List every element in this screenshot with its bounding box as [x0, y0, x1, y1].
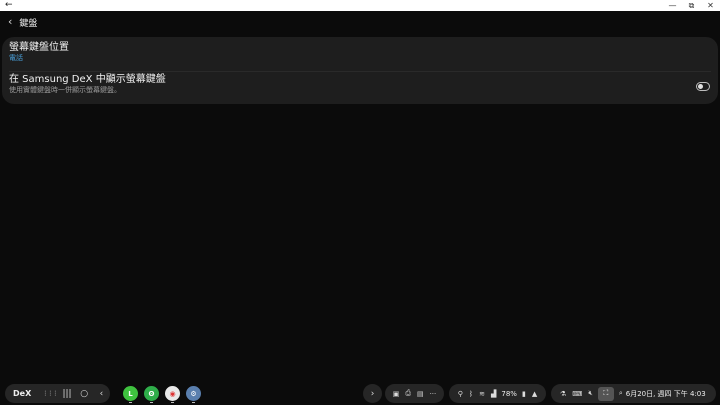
window-controls: — ⧉ ✕	[668, 0, 715, 11]
nav-pill: DeX ⋮⋮⋮ ||| ○ ‹	[5, 384, 110, 403]
window-back-icon[interactable]: ←	[5, 0, 13, 11]
phone-dialer-app-icon[interactable]: ʘ	[144, 386, 159, 401]
battery-icon: ▮	[521, 389, 526, 398]
signal-icon: ▟	[491, 389, 497, 398]
page-title: 鍵盤	[19, 18, 38, 29]
dex-button[interactable]: DeX	[13, 389, 31, 398]
chevron-up-icon[interactable]: ▲	[532, 390, 537, 398]
chrome-app-icon[interactable]: ◉	[165, 386, 180, 401]
back-arrow-icon[interactable]: ‹	[8, 16, 12, 28]
network-icon: ⚲	[457, 389, 463, 398]
screenshot-icon[interactable]: ▣	[393, 390, 400, 398]
divider	[9, 71, 711, 72]
screen-capture-icon[interactable]: ⛶	[597, 386, 614, 401]
recents-icon[interactable]: |||	[58, 389, 75, 399]
setting-description: 使用實體鍵盤時一併顯示螢幕鍵盤。	[9, 86, 121, 94]
setting-row-show-keyboard-in-dex[interactable]: 在 Samsung DeX 中顯示螢幕鍵盤 使用實體鍵盤時一併顯示螢幕鍵盤。	[2, 73, 718, 103]
toggle-knob	[698, 84, 703, 89]
apps-grid-icon[interactable]: ⋮⋮⋮	[41, 390, 58, 397]
mute-icon[interactable]: 🔇︎	[588, 389, 592, 398]
system-tray-pill: ⚗ ⌨ 🔇︎ ⛶ ⌕ 6月20日, 週四 下午 4:03	[551, 384, 716, 403]
running-indicator	[150, 402, 153, 403]
wifi-icon: ≋	[479, 389, 485, 398]
page-header: ‹ 鍵盤	[0, 11, 720, 33]
status-pill[interactable]: ⚲ ᛒ ≋ ▟ 78% ▮ ▲	[449, 384, 546, 403]
expand-tray-icon[interactable]: ›	[363, 384, 382, 403]
keyboard-icon[interactable]: ⌨	[572, 390, 582, 398]
nav-back-icon[interactable]: ‹	[93, 389, 110, 399]
bluetooth-icon: ᛒ	[468, 389, 474, 398]
notes-icon[interactable]: ▤	[417, 390, 424, 398]
quick-tools-pill: ▣ ⎙ ▤ ···	[385, 384, 444, 403]
line-app-icon[interactable]: L	[123, 386, 138, 401]
minimize-icon[interactable]: —	[668, 0, 677, 11]
setting-title: 在 Samsung DeX 中顯示螢幕鍵盤	[9, 74, 166, 85]
print-icon[interactable]: ⎙	[405, 389, 411, 398]
setting-row-keyboard-position[interactable]: 螢幕鍵盤位置 電話	[2, 41, 718, 71]
more-icon[interactable]: ···	[430, 390, 437, 398]
battery-percent: 78%	[501, 389, 517, 398]
setting-value: 電話	[9, 54, 23, 62]
maximize-icon[interactable]: ⧉	[687, 0, 696, 11]
dex-taskbar: DeX ⋮⋮⋮ ||| ○ ‹ L ʘ ◉ ⚙ › ▣ ⎙ ▤ ··· ⚲ ᛒ …	[0, 382, 720, 405]
search-icon[interactable]: ⌕	[619, 389, 623, 398]
home-icon[interactable]: ○	[76, 389, 93, 399]
running-indicator	[129, 402, 132, 403]
setting-title: 螢幕鍵盤位置	[9, 42, 69, 53]
running-indicator	[171, 402, 174, 403]
close-icon[interactable]: ✕	[706, 0, 715, 11]
running-indicator	[192, 402, 195, 403]
clock[interactable]: 6月20日, 週四 下午 4:03	[626, 389, 706, 399]
show-keyboard-toggle[interactable]	[696, 82, 710, 91]
lab-icon[interactable]: ⚗	[560, 390, 566, 398]
window-titlebar: ← — ⧉ ✕	[0, 0, 720, 11]
settings-card: 螢幕鍵盤位置 電話 在 Samsung DeX 中顯示螢幕鍵盤 使用實體鍵盤時一…	[2, 37, 718, 104]
settings-app-icon[interactable]: ⚙	[186, 386, 201, 401]
